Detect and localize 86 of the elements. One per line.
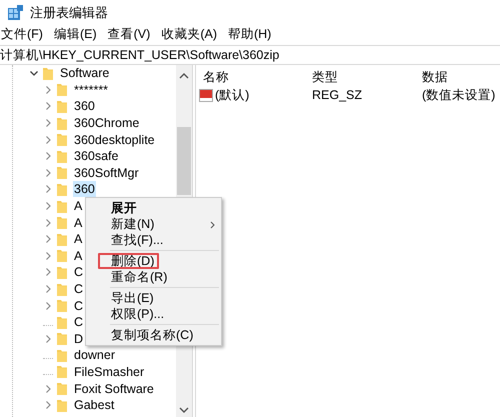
folder-icon [57, 133, 67, 146]
tree-item[interactable]: C [73, 314, 84, 330]
tree-item[interactable]: downer [73, 347, 116, 364]
expand-chevron-icon[interactable] [43, 300, 53, 311]
value-type: REG_SZ [312, 88, 364, 102]
folder-icon [57, 150, 67, 163]
tree-item[interactable]: 360Chrome [73, 115, 140, 132]
column-header[interactable]: 名称 [203, 68, 312, 86]
string-value-icon [199, 88, 213, 102]
folder-icon [57, 282, 67, 296]
folder-icon [43, 66, 53, 80]
folder-icon [57, 100, 67, 113]
expand-chevron-icon[interactable] [43, 101, 53, 112]
expand-chevron-icon[interactable] [43, 134, 53, 145]
tree-item[interactable]: A [73, 248, 84, 264]
expand-chevron-icon[interactable] [43, 201, 53, 212]
scroll-down-icon[interactable] [179, 406, 189, 414]
folder-icon [57, 249, 67, 262]
tree-item[interactable]: 360safe [73, 148, 120, 164]
tree-item[interactable]: Software [59, 65, 110, 82]
expand-chevron-icon[interactable] [43, 184, 53, 194]
folder-icon [57, 200, 67, 213]
context-menu-item[interactable]: 重命名(R) [86, 269, 221, 285]
tree-item[interactable]: A [73, 198, 84, 214]
expand-chevron-icon[interactable] [43, 250, 53, 261]
tree-item[interactable]: 360SoftMgr [73, 164, 140, 181]
address-field[interactable]: 计算机\HKEY_CURRENT_USER\Software\360zip [0, 46, 500, 64]
tree-item[interactable]: 360 [73, 181, 96, 198]
folder-icon [57, 266, 67, 279]
tree-item[interactable]: ******* [73, 82, 110, 98]
tree-item[interactable]: 360desktoplite [73, 132, 156, 148]
expand-chevron-icon[interactable] [43, 118, 53, 128]
menu-item[interactable]: 帮助(H) [228, 26, 272, 43]
folder-icon [57, 348, 67, 362]
folder-icon [57, 83, 67, 96]
expand-chevron-icon[interactable] [43, 384, 53, 394]
expand-chevron-icon[interactable] [43, 334, 53, 344]
tree-item[interactable]: A [73, 231, 84, 248]
context-menu-item[interactable]: 权限(P)... [86, 306, 221, 322]
expand-chevron-icon[interactable] [43, 234, 53, 244]
scroll-up-icon[interactable] [179, 72, 189, 80]
menu-item[interactable]: 收藏夹(A) [161, 26, 217, 43]
folder-icon [57, 382, 67, 396]
collapse-chevron-icon[interactable] [29, 68, 39, 78]
context-menu-item[interactable]: 展开 [86, 200, 221, 216]
context-menu-item[interactable]: 导出(E) [86, 290, 221, 306]
folder-icon [57, 216, 67, 230]
folder-icon [57, 398, 67, 412]
context-menu-item[interactable]: 新建(N) [86, 216, 221, 232]
context-menu-item[interactable]: 复制项名称(C) [86, 327, 221, 343]
tree-item[interactable]: Gabest [73, 397, 116, 414]
tree-item[interactable]: 360 [73, 98, 96, 114]
value-name[interactable]: (默认) [215, 86, 250, 104]
folder-icon [57, 299, 67, 312]
menu-item[interactable]: 编辑(E) [54, 26, 97, 43]
tree-item[interactable]: C [73, 281, 84, 298]
tree-item[interactable]: D [73, 330, 84, 347]
value-data: (数值未设置) [422, 86, 496, 104]
folder-icon [57, 182, 67, 196]
expand-chevron-icon[interactable] [43, 151, 53, 162]
folder-icon [57, 232, 67, 246]
scrollbar-thumb[interactable] [177, 127, 191, 195]
tree-item[interactable]: FileSmasher [73, 364, 146, 380]
expand-chevron-icon[interactable] [43, 84, 53, 95]
column-header[interactable]: 类型 [312, 68, 422, 86]
folder-icon [57, 116, 67, 130]
menu-item[interactable]: 文件(F) [1, 26, 43, 43]
folder-icon [57, 332, 67, 346]
folder-icon [57, 316, 67, 329]
tree-item[interactable]: C [73, 264, 84, 280]
expand-chevron-icon[interactable] [43, 168, 53, 178]
expand-chevron-icon[interactable] [43, 400, 53, 410]
expand-chevron-icon[interactable] [43, 267, 53, 278]
expand-chevron-icon[interactable] [43, 284, 53, 294]
tree-item[interactable]: A [73, 214, 84, 231]
context-menu-item[interactable]: 删除(D) [86, 253, 221, 269]
context-menu-item[interactable]: 查找(F)... [86, 232, 221, 248]
folder-icon [57, 166, 67, 180]
registry-editor-icon [8, 5, 23, 20]
folder-icon [57, 365, 67, 378]
column-header[interactable]: 数据 [422, 68, 500, 86]
tree-item[interactable]: C [73, 298, 84, 314]
menu-item[interactable]: 查看(V) [108, 26, 150, 43]
tree-item[interactable]: Foxit Software [73, 380, 155, 397]
window-title: 注册表编辑器 [30, 4, 108, 22]
expand-chevron-icon[interactable] [43, 218, 53, 228]
